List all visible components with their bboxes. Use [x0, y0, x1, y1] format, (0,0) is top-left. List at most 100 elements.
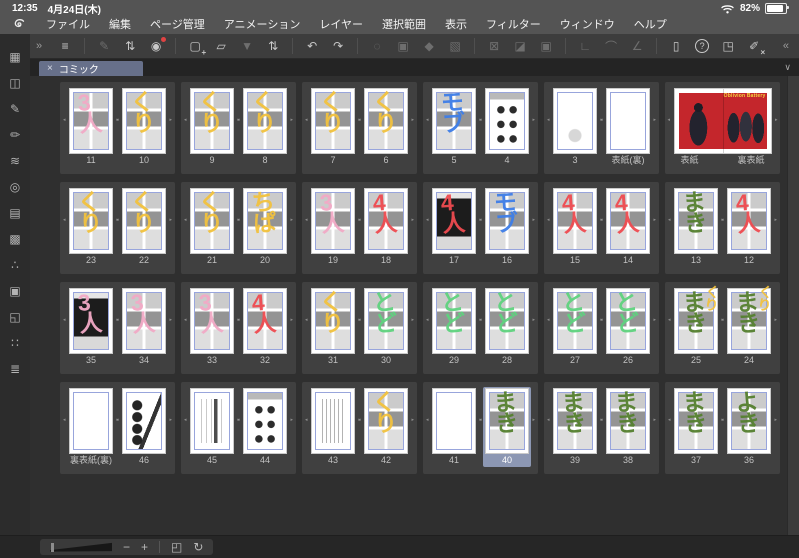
page-cell[interactable]: まき 39 — [547, 387, 603, 467]
page-thumbnail[interactable]: くり — [237, 88, 293, 153]
palette-pen-tool-icon[interactable]: ✎ — [0, 96, 30, 122]
menu-item[interactable]: ページ管理 — [150, 16, 205, 32]
page-thumbnail[interactable]: くり — [184, 88, 240, 153]
menu-item[interactable]: レイヤー — [319, 16, 363, 32]
page-cell[interactable]: ちぱ 20 — [237, 187, 293, 267]
page-thumbnail[interactable]: まき — [600, 388, 656, 453]
page-cell[interactable]: 41 — [426, 387, 482, 467]
page-cell[interactable]: とど 30 — [358, 287, 414, 367]
page-cell[interactable]: くり 42 — [358, 387, 414, 467]
page-thumbnail[interactable]: 3人 — [63, 289, 119, 353]
page-thumbnail[interactable]: くり — [184, 188, 240, 253]
menu-item[interactable]: 選択範囲 — [382, 16, 426, 32]
zoom-out-button[interactable]: − — [123, 541, 130, 553]
cover-spread-cell[interactable]: Oblivion Battery 表紙 裏表紙 — [668, 87, 777, 167]
page-thumbnail[interactable]: ちぱ — [237, 188, 293, 253]
page-cell[interactable]: くり 7 — [305, 87, 361, 167]
palette-quick-access-icon[interactable]: ◫ — [0, 70, 30, 96]
page-cell[interactable]: モブ 5 — [426, 87, 482, 167]
page-thumbnail[interactable]: とど — [547, 288, 603, 353]
page-cell[interactable]: 3人 33 — [184, 287, 240, 367]
page-thumbnail[interactable]: まき — [479, 388, 535, 453]
page-cell[interactable]: まき 13 — [668, 187, 724, 267]
page-thumbnail[interactable]: くり — [305, 88, 361, 153]
palette-cycle-button[interactable]: ⇅ — [118, 36, 142, 56]
page-thumbnail[interactable]: くり — [358, 388, 414, 453]
clip-studio-logo-icon[interactable] — [12, 18, 27, 31]
palette-sub-tool-icon[interactable]: ✏ — [0, 122, 30, 148]
page-thumbnail[interactable]: くり — [305, 288, 361, 353]
page-thumbnail[interactable]: まきくり — [721, 283, 777, 353]
page-thumbnail[interactable]: 4人 — [237, 289, 293, 353]
page-thumbnail[interactable]: 4人 — [358, 189, 414, 253]
page-thumbnail[interactable] — [116, 389, 172, 453]
page-thumbnail[interactable]: 4人 — [426, 189, 482, 253]
page-cell[interactable]: くり 10 — [116, 87, 172, 167]
page-thumbnail[interactable] — [184, 389, 240, 453]
page-thumbnail[interactable] — [600, 89, 656, 153]
page-thumbnail[interactable]: よき — [721, 388, 777, 453]
tab-close-icon[interactable]: × — [47, 63, 53, 74]
page-thumbnail[interactable]: まきくり — [668, 283, 724, 353]
page-cell[interactable]: 4 — [479, 87, 535, 167]
page-thumbnail[interactable]: くり — [116, 88, 172, 153]
page-thumbnail[interactable]: モブ — [479, 188, 535, 253]
page-thumbnail[interactable] — [479, 89, 535, 153]
open-file-button[interactable]: ▱ — [209, 36, 233, 56]
page-cell[interactable]: 4人 17 — [426, 187, 482, 267]
page-cell[interactable]: くり 22 — [116, 187, 172, 267]
page-cell[interactable]: とど 29 — [426, 287, 482, 367]
page-cell[interactable]: 45 — [184, 387, 240, 467]
page-cell[interactable]: まきくり 25 — [668, 283, 724, 367]
palette-navigator-icon[interactable]: ◱ — [0, 304, 30, 330]
page-thumbnail[interactable]: とど — [358, 288, 414, 353]
page-cell[interactable]: 4人 32 — [237, 287, 293, 367]
page-thumbnail[interactable] — [547, 89, 603, 153]
clip-studio-button[interactable]: ◉ — [144, 36, 168, 56]
page-cell[interactable]: 3 — [547, 87, 603, 167]
page-thumbnail[interactable]: くり — [358, 88, 414, 153]
page-cell[interactable]: 4人 12 — [721, 187, 777, 267]
page-cell[interactable]: まきくり 24 — [721, 283, 777, 367]
page-thumbnail[interactable]: くり — [116, 188, 172, 253]
palette-tool-list-icon[interactable]: ▦ — [0, 44, 30, 70]
device-button[interactable]: ▯ — [664, 36, 688, 56]
zoom-slider[interactable] — [50, 542, 112, 553]
main-menu-button[interactable]: ≡ — [53, 36, 77, 56]
page-cell[interactable]: まき 37 — [668, 387, 724, 467]
page-thumbnail[interactable]: 3人 — [63, 89, 119, 153]
tab-comic[interactable]: × コミック — [39, 61, 143, 76]
menu-item[interactable]: フィルター — [486, 16, 541, 32]
menu-item[interactable]: ファイル — [46, 16, 90, 32]
page-cell[interactable]: 4人 18 — [358, 187, 414, 267]
page-thumbnail[interactable]: まき — [668, 388, 724, 453]
page-thumbnail[interactable]: モブ — [426, 88, 482, 153]
zoom-slider-handle[interactable] — [51, 542, 54, 552]
page-cell[interactable]: よき 36 — [721, 387, 777, 467]
page-cell[interactable]: 46 — [116, 387, 172, 467]
page-cell[interactable]: 表紙(裏) — [600, 87, 656, 167]
palette-material-icon[interactable]: ∷ — [0, 330, 30, 356]
scrollbar-track[interactable] — [787, 76, 799, 535]
reset-rotation-icon[interactable]: ↻ — [193, 541, 203, 553]
palette-color-set-icon[interactable]: ▩ — [0, 226, 30, 252]
page-cell[interactable]: まき 40 — [479, 387, 535, 467]
page-cell[interactable]: 44 — [237, 387, 293, 467]
palette-timeline-icon[interactable]: ▤ — [0, 200, 30, 226]
palette-layer-icon[interactable]: ≣ — [0, 356, 30, 382]
help-button[interactable]: ? — [690, 36, 714, 56]
cover-thumbnail[interactable]: Oblivion Battery — [668, 89, 777, 153]
page-thumbnail[interactable]: 3人 — [305, 189, 361, 253]
palette-layer-property-icon[interactable]: ▣ — [0, 278, 30, 304]
palette-color-wheel-icon[interactable]: ◎ — [0, 174, 30, 200]
page-cell[interactable]: 3人 35 — [63, 287, 119, 367]
page-thumbnail[interactable] — [63, 389, 119, 453]
tab-overflow-chevron-icon[interactable]: ∨ — [784, 62, 791, 73]
palette-color-mix-icon[interactable]: ∴ — [0, 252, 30, 278]
page-cell[interactable]: くり 6 — [358, 87, 414, 167]
page-cell[interactable]: 裏表紙(裏) — [63, 387, 119, 467]
menu-item[interactable]: ヘルプ — [634, 16, 667, 32]
page-cell[interactable]: 3人 34 — [116, 287, 172, 367]
page-thumbnail[interactable]: 4人 — [721, 189, 777, 253]
page-cell[interactable]: モブ 16 — [479, 187, 535, 267]
